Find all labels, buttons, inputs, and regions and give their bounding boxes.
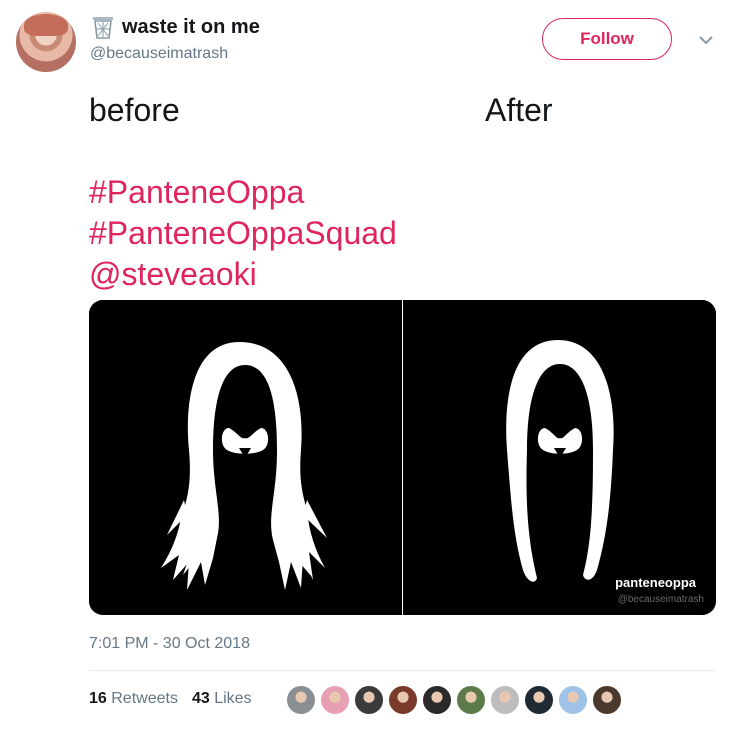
likes-stat[interactable]: 43 Likes (192, 690, 252, 708)
chevron-down-icon[interactable] (697, 33, 715, 47)
likes-count: 43 (191, 690, 210, 707)
liker-avatars (286, 685, 622, 715)
retweets-count: 16 (89, 690, 107, 707)
hashtag-link[interactable]: #PanteneOppa (89, 174, 304, 210)
steve-aoki-logo-messy (161, 342, 327, 590)
before-image[interactable] (89, 300, 402, 615)
mention-link[interactable]: @steveaoki (89, 256, 257, 292)
retweets-label: Retweets (111, 690, 178, 707)
liker-avatar[interactable] (388, 685, 418, 715)
tweet-before-text: before (89, 92, 180, 128)
divider (89, 670, 716, 671)
wastebasket-icon (93, 17, 113, 39)
liker-avatar[interactable] (422, 685, 452, 715)
tweet-text: before After #PanteneOppa #PanteneOppaSq… (89, 90, 553, 295)
liker-avatar[interactable] (524, 685, 554, 715)
likes-label: Likes (214, 690, 252, 707)
liker-avatar[interactable] (558, 685, 588, 715)
after-image[interactable]: panteneoppa @becauseimatrash (403, 300, 716, 615)
user-handle[interactable]: @becauseimatrash (90, 45, 228, 63)
liker-avatar[interactable] (320, 685, 350, 715)
tweet-stats: 16 Retweets 43 Likes (89, 690, 252, 708)
tweet-media[interactable]: panteneoppa @becauseimatrash (89, 300, 716, 615)
retweets-stat[interactable]: 16 Retweets (89, 690, 178, 708)
liker-avatar[interactable] (490, 685, 520, 715)
liker-avatar[interactable] (286, 685, 316, 715)
user-name-row[interactable]: waste it on me (90, 14, 260, 40)
hashtag-link[interactable]: #PanteneOppaSquad (89, 215, 397, 251)
liker-avatar[interactable] (592, 685, 622, 715)
watermark-name: panteneoppa (615, 575, 696, 590)
display-name[interactable]: waste it on me (122, 16, 260, 39)
tweet-after-text: After (485, 92, 553, 128)
user-avatar[interactable] (16, 12, 76, 72)
watermark-handle: @becauseimatrash (617, 594, 704, 605)
tweet-timestamp[interactable]: 7:01 PM - 30 Oct 2018 (89, 635, 250, 653)
follow-button[interactable]: Follow (542, 18, 672, 60)
liker-avatar[interactable] (456, 685, 486, 715)
steve-aoki-logo-smooth (506, 340, 614, 582)
liker-avatar[interactable] (354, 685, 384, 715)
